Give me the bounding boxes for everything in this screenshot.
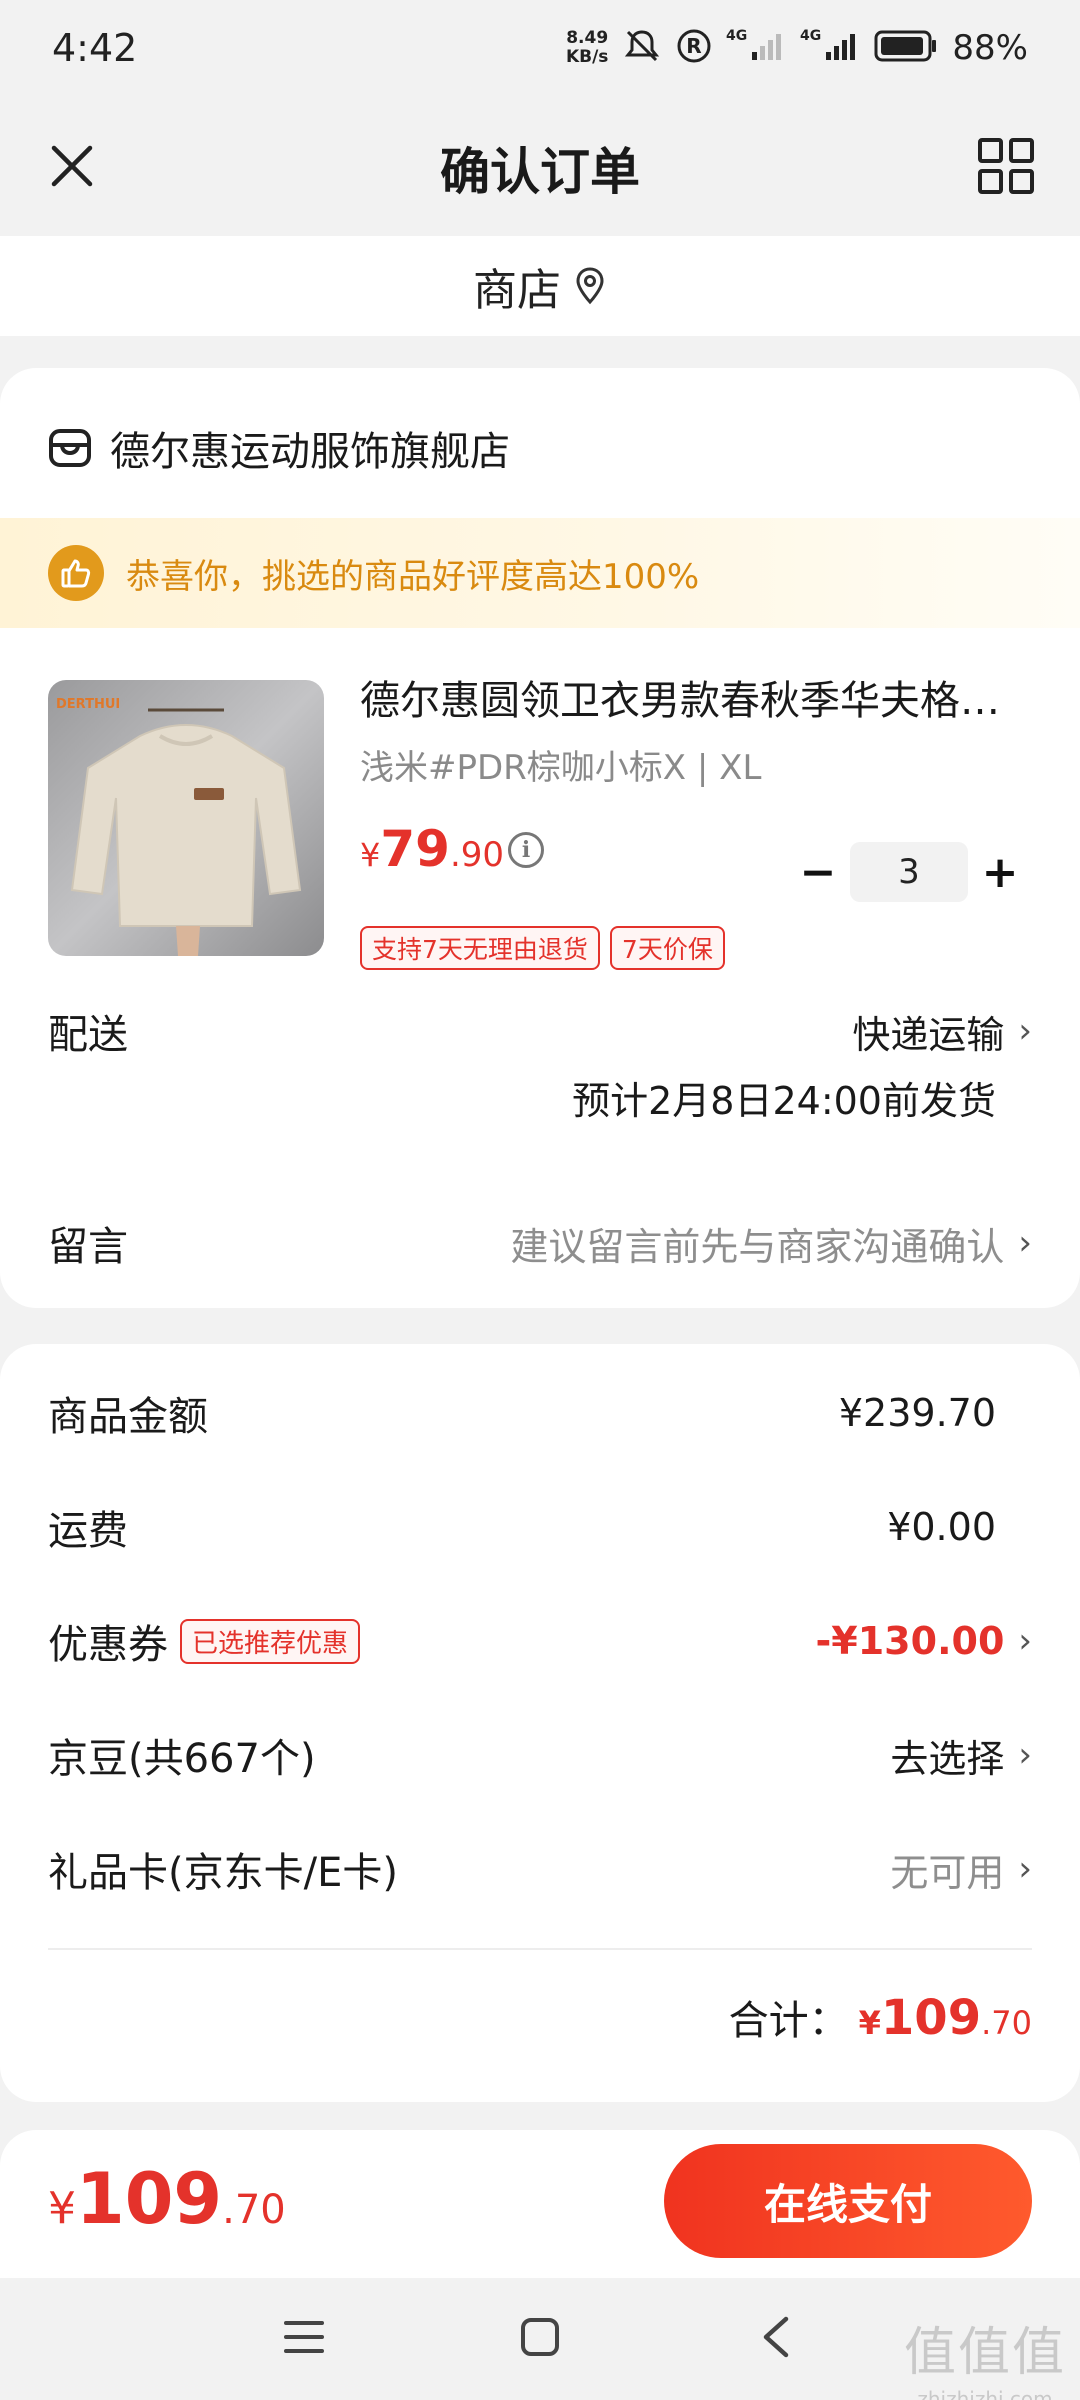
message-label: 留言 [48, 1224, 128, 1270]
product-price: ¥ 79 .90 [360, 820, 504, 878]
product-image[interactable]: DERTHUI [48, 680, 324, 956]
store-name: 德尔惠运动服饰旗舰店 [110, 429, 510, 475]
quantity-stepper: − 3 + [786, 842, 1032, 902]
chevron-right-icon: › [1018, 1735, 1032, 1775]
recent-apps-button[interactable] [264, 2302, 344, 2372]
price-decimal: .90 [449, 835, 505, 875]
back-button[interactable] [736, 2302, 816, 2372]
praise-banner: 恭喜你，挑选的商品好评度高达100% [0, 518, 1080, 628]
shipping-fee-row: 运费 ¥0.00 [48, 1498, 1032, 1556]
jingdou-value: 去选择 [890, 1736, 1005, 1781]
jingdou-label: 京豆(共667个) [48, 1736, 316, 1782]
message-row[interactable]: 留言 建议留言前先与商家沟通确认 › [48, 1214, 1032, 1272]
total-currency: ¥ [858, 2004, 881, 2042]
back-chevron-icon [763, 2316, 789, 2358]
mute-icon [622, 26, 662, 70]
coupon-row[interactable]: 优惠券 已选推荐优惠 -¥130.00 › [48, 1612, 1032, 1670]
chevron-right-icon: › [1018, 1011, 1032, 1051]
giftcard-label: 礼品卡(京东卡/E卡) [48, 1850, 398, 1896]
status-bar: 4:42 8.49 KB/s R 4G 4G 88% [0, 0, 1080, 96]
svg-text:4G: 4G [800, 28, 821, 44]
increase-button[interactable]: + [968, 842, 1032, 902]
payment-bar: ¥ 109 .70 在线支付 [0, 2130, 1080, 2278]
quantity-input[interactable]: 3 [850, 842, 968, 902]
giftcard-row[interactable]: 礼品卡(京东卡/E卡) 无可用 › [48, 1840, 1032, 1898]
store-row[interactable]: 德尔惠运动服饰旗舰店 [48, 408, 510, 488]
pay-integer: 109 [76, 2158, 223, 2240]
goods-amount-label: 商品金额 [48, 1394, 208, 1440]
coupon-label: 优惠券 [48, 1622, 168, 1668]
coupon-recommend-tag: 已选推荐优惠 [180, 1618, 361, 1664]
order-card: 德尔惠运动服饰旗舰店 恭喜你，挑选的商品好评度高达100% DERTHUI 德尔… [0, 368, 1080, 1308]
status-icons: 8.49 KB/s R 4G 4G 88% [566, 24, 1028, 72]
coupon-value: -¥130.00 [815, 1619, 1005, 1663]
product-title[interactable]: 德尔惠圆领卫衣男款春秋季华夫格… [360, 668, 1032, 726]
location-pin-icon [576, 267, 604, 305]
price-protect-tag: 7天价保 [609, 926, 725, 970]
svg-text:4G: 4G [726, 28, 747, 44]
delivery-row[interactable]: 配送 快递运输 › [48, 1002, 1032, 1060]
home-square-icon [521, 2318, 559, 2356]
shipping-fee-label: 运费 [48, 1508, 128, 1554]
pay-currency: ¥ [48, 2183, 76, 2234]
praise-text: 恭喜你，挑选的商品好评度高达100% [126, 556, 700, 597]
shop-mode-label: 商店 [473, 265, 561, 316]
watermark-logo: 值值值 [903, 2323, 1066, 2383]
watermark-url: zhizhizhi.com [917, 2387, 1053, 2400]
shop-mode-bar[interactable]: 商店 [0, 236, 1080, 336]
pay-amount: ¥ 109 .70 [48, 2158, 286, 2240]
svg-text:R: R [687, 34, 702, 58]
signal-icon-2: 4G [800, 26, 860, 70]
grid-icon [978, 138, 1034, 194]
goods-amount-row: 商品金额 ¥239.70 [48, 1384, 1032, 1442]
service-tags: 支持7天无理由退货 7天价保 [360, 926, 725, 970]
shipping-estimate: 预计2月8日24:00前发货 [572, 1079, 996, 1123]
page-title: 确认订单 [440, 143, 640, 201]
thumbs-up-icon [48, 545, 104, 601]
pay-decimal: .70 [222, 2187, 286, 2233]
home-button[interactable] [500, 2302, 580, 2372]
watermark: 值值值 zhizhizhi.com [904, 2310, 1066, 2400]
delivery-label: 配送 [48, 1012, 128, 1058]
goods-amount-value: ¥239.70 [838, 1391, 996, 1435]
shipping-fee-value: ¥0.00 [887, 1505, 996, 1549]
network-speed: 8.49 KB/s [565, 28, 609, 67]
price-currency: ¥ [360, 836, 381, 874]
registered-icon: R [676, 28, 712, 68]
store-icon [49, 429, 91, 467]
chevron-right-icon: › [1018, 1849, 1032, 1889]
delivery-method: 快递运输 [852, 1012, 1005, 1057]
product-spec[interactable]: 浅米#PDR棕咖小标X | XL [360, 740, 761, 789]
page-header: 确认订单 [0, 96, 1080, 236]
pay-online-button[interactable]: 在线支付 [664, 2144, 1032, 2258]
svg-text:DERTHUI: DERTHUI [56, 697, 120, 712]
menu-button[interactable] [966, 126, 1046, 206]
divider [48, 1948, 1032, 1950]
signal-icon: 4G [726, 26, 786, 70]
message-placeholder: 建议留言前先与商家沟通确认 [510, 1224, 1005, 1269]
total-row: 合计： ¥ 109 .70 [729, 1988, 1032, 2046]
decrease-button[interactable]: − [786, 842, 850, 902]
jingdou-row[interactable]: 京豆(共667个) 去选择 › [48, 1726, 1032, 1784]
battery-icon [874, 28, 938, 68]
chevron-right-icon: › [1018, 1621, 1032, 1661]
price-summary-card: 商品金额 ¥239.70 运费 ¥0.00 优惠券 已选推荐优惠 -¥130.0… [0, 1344, 1080, 2102]
price-info-icon[interactable]: i [508, 832, 544, 868]
total-decimal: .70 [981, 2004, 1032, 2042]
giftcard-value: 无可用 [890, 1850, 1005, 1895]
total-integer: 109 [880, 1990, 982, 2046]
battery-level: 88% [952, 28, 1028, 68]
status-time: 4:42 [52, 26, 138, 70]
chevron-right-icon: › [1018, 1223, 1032, 1263]
total-label: 合计： [728, 1998, 849, 2044]
return-policy-tag: 支持7天无理由退货 [360, 926, 600, 970]
price-integer: 79 [380, 820, 450, 878]
menu-lines-icon [284, 2321, 324, 2353]
